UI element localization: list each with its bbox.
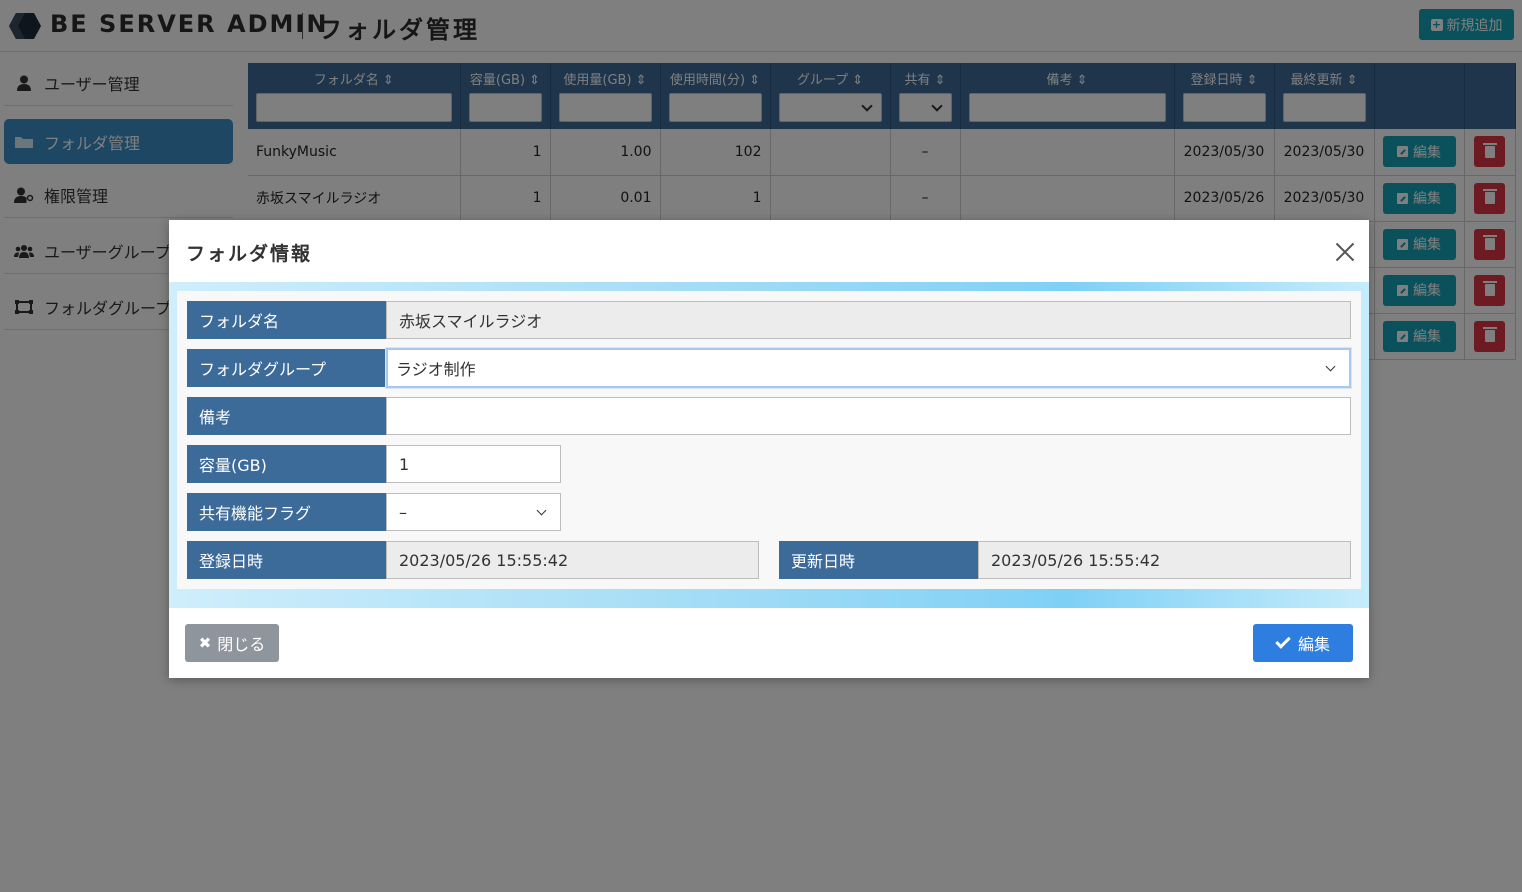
- modal-body: フォルダ名 赤坂スマイルラジオ フォルダグループ ラジオ制作 備考 容量(GB)…: [169, 282, 1369, 608]
- folder-group-select[interactable]: ラジオ制作: [386, 348, 1351, 388]
- folder-name-label: フォルダ名: [187, 301, 387, 339]
- check-icon: [1275, 633, 1291, 649]
- form-panel: フォルダ名 赤坂スマイルラジオ フォルダグループ ラジオ制作 備考 容量(GB)…: [177, 291, 1361, 589]
- edit-button-label: 編集: [1297, 635, 1330, 654]
- note-input[interactable]: [386, 397, 1351, 435]
- modal-title: フォルダ情報: [186, 243, 313, 265]
- capacity-label: 容量(GB): [187, 445, 387, 483]
- share-flag-label: 共有機能フラグ: [187, 493, 387, 531]
- created-field: 2023/05/26 15:55:42: [386, 541, 759, 579]
- note-label: 備考: [187, 397, 387, 435]
- close-button[interactable]: ✖ 閉じる: [185, 624, 279, 662]
- edit-button[interactable]: 編集: [1253, 624, 1353, 662]
- updated-field: 2023/05/26 15:55:42: [978, 541, 1351, 579]
- share-flag-select[interactable]: –: [386, 493, 561, 531]
- close-icon[interactable]: [1333, 240, 1357, 264]
- close-button-label: 閉じる: [217, 635, 266, 654]
- capacity-input[interactable]: 1: [386, 445, 561, 483]
- folder-info-modal: フォルダ情報 フォルダ名 赤坂スマイルラジオ フォルダグループ ラジオ制作 備考…: [169, 220, 1369, 678]
- close-x-icon: ✖: [198, 634, 212, 652]
- updated-label: 更新日時: [779, 541, 979, 579]
- folder-name-field: 赤坂スマイルラジオ: [386, 301, 1351, 339]
- created-label: 登録日時: [187, 541, 387, 579]
- folder-group-label: フォルダグループ: [187, 349, 387, 387]
- modal-footer: ✖ 閉じる 編集: [169, 608, 1369, 678]
